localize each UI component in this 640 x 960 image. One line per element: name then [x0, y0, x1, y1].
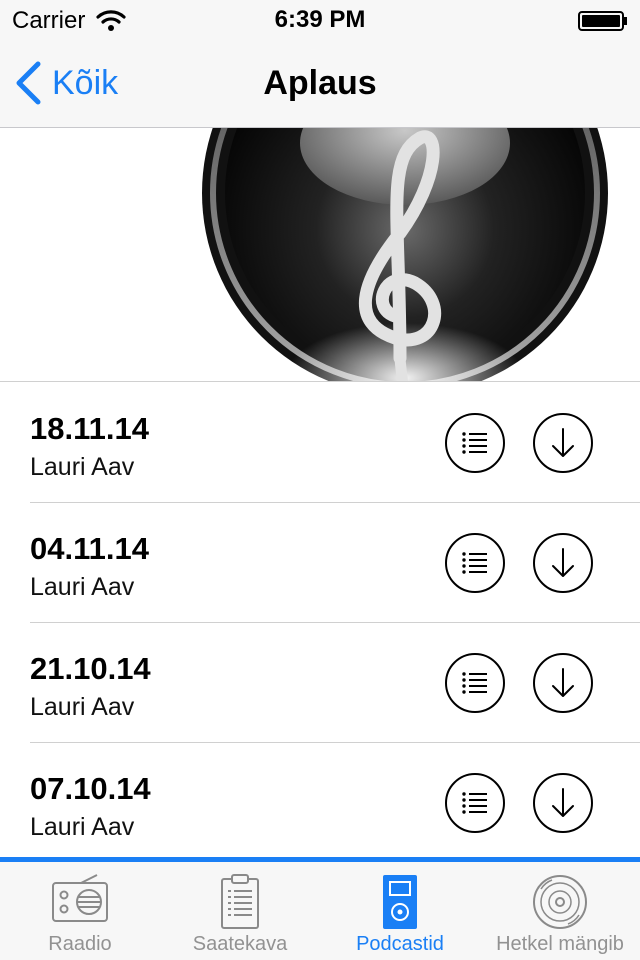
episode-date: 18.11.14	[30, 411, 149, 446]
download-arrow-icon	[552, 548, 574, 577]
download-button[interactable]	[533, 533, 593, 593]
download-arrow-icon	[552, 428, 574, 457]
status-bar: Carrier 6:39 PM	[0, 0, 640, 40]
list-item[interactable]: 18.11.14 Lauri Aav	[0, 383, 640, 503]
list-item[interactable]: 07.10.14 Lauri Aav	[0, 743, 640, 857]
download-button[interactable]	[533, 653, 593, 713]
list-icon	[462, 552, 487, 574]
tab-label: Raadio	[48, 933, 112, 955]
list-icon	[462, 792, 487, 814]
podcast-artwork-area	[0, 128, 640, 382]
episode-details-button[interactable]	[445, 413, 505, 473]
download-button[interactable]	[533, 773, 593, 833]
download-arrow-icon	[552, 788, 574, 817]
tab-podcastid[interactable]: Podcastid	[320, 862, 480, 960]
tab-label: Saatekava	[192, 933, 288, 955]
episode-author: Lauri Aav	[30, 813, 135, 841]
tab-hetkel-mangib[interactable]: Hetkel mängib	[480, 862, 640, 960]
episode-date: 21.10.14	[30, 651, 151, 686]
disc-icon	[533, 875, 587, 929]
tab-bar: Raadio Saatekava Podcastid Hetkel mängib	[0, 857, 640, 960]
battery-icon	[578, 11, 627, 31]
list-item[interactable]: 04.11.14 Lauri Aav	[0, 503, 640, 623]
status-time: 6:39 PM	[274, 6, 366, 33]
episode-list: 18.11.14 Lauri Aav 04.11.14 Lauri Aav 21…	[0, 383, 640, 857]
episode-author: Lauri Aav	[30, 453, 135, 481]
episode-date: 07.10.14	[30, 771, 151, 806]
download-button[interactable]	[533, 413, 593, 473]
episode-details-button[interactable]	[445, 533, 505, 593]
list-icon	[462, 672, 487, 694]
tab-label: Podcastid	[356, 933, 444, 955]
episode-details-button[interactable]	[445, 773, 505, 833]
episode-details-button[interactable]	[445, 653, 505, 713]
episode-author: Lauri Aav	[30, 573, 135, 601]
episode-author: Lauri Aav	[30, 693, 135, 721]
ipod-icon	[383, 875, 417, 929]
schedule-icon	[221, 874, 259, 929]
episode-date: 04.11.14	[30, 531, 149, 566]
radio-icon	[52, 874, 108, 922]
tab-label: Hetkel mängib	[496, 933, 624, 955]
tab-raadio[interactable]: Raadio	[0, 862, 160, 960]
download-arrow-icon	[552, 668, 574, 697]
tab-saatekava[interactable]: Saatekava	[160, 862, 320, 960]
treble-clef-icon	[202, 128, 608, 381]
list-item[interactable]: 21.10.14 Lauri Aav	[0, 623, 640, 743]
list-icon	[462, 432, 487, 454]
page-title: Aplaus	[263, 64, 377, 102]
navigation-bar: Kõik Aplaus	[0, 40, 640, 128]
